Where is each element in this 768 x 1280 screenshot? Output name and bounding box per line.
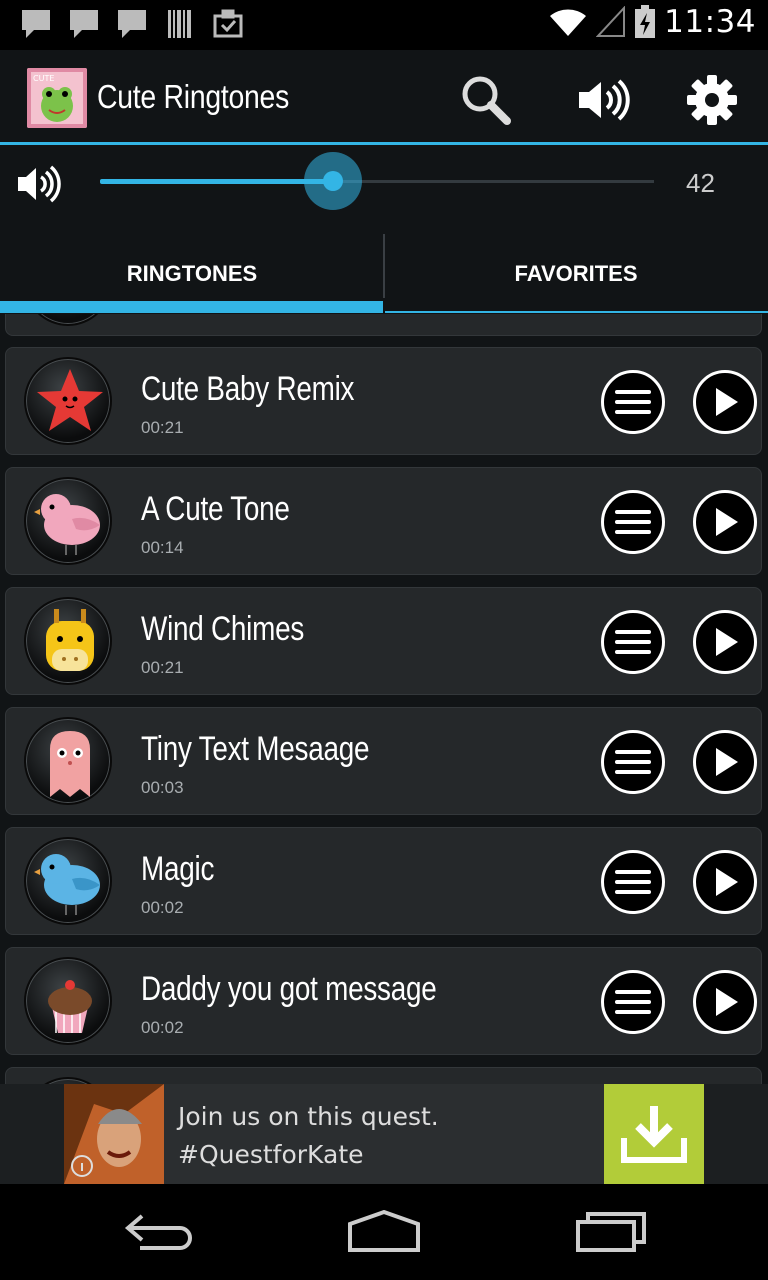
ad-content[interactable]: Join us on this quest. #QuestforKate — [64, 1084, 704, 1184]
volume-row: 42 — [0, 146, 768, 234]
search-button[interactable] — [458, 72, 514, 128]
volume-slider[interactable] — [100, 152, 654, 210]
clock: 11:34 — [664, 4, 756, 40]
list-item[interactable]: Daddy you got message 00:02 — [5, 947, 762, 1055]
menu-icon — [615, 870, 651, 894]
list-item[interactable] — [5, 314, 762, 336]
ringtone-title: Tiny Text Mesaage — [141, 730, 370, 768]
back-button[interactable] — [118, 1208, 198, 1256]
message-icon — [22, 10, 50, 38]
ringtone-title: A Cute Tone — [141, 490, 290, 528]
ad-download-button[interactable] — [604, 1084, 704, 1184]
tab-favorites[interactable]: FAVORITES — [384, 234, 768, 314]
home-icon — [348, 1210, 420, 1252]
list-item[interactable]: Cute Baby Remix 00:21 — [5, 347, 762, 455]
ringtone-duration: 00:02 — [141, 1018, 184, 1037]
menu-icon — [615, 750, 651, 774]
ad-hashtag: #QuestforKate — [178, 1140, 364, 1169]
play-icon — [716, 628, 738, 656]
ringtone-title: Cute Baby Remix — [141, 370, 355, 408]
ringtone-duration: 00:03 — [141, 778, 184, 797]
volume-slider-thumb[interactable] — [304, 152, 362, 210]
list-item[interactable]: Wind Chimes 00:21 — [5, 587, 762, 695]
play-button[interactable] — [693, 850, 757, 914]
recents-icon — [576, 1212, 646, 1252]
options-button[interactable] — [601, 730, 665, 794]
tab-selected-indicator — [0, 301, 383, 313]
download-icon — [621, 1106, 687, 1163]
ad-banner[interactable]: Join us on this quest. #QuestforKate — [0, 1084, 768, 1184]
battery-charging-icon — [635, 5, 656, 38]
starfish-avatar — [24, 357, 112, 445]
barcode-icon — [168, 10, 191, 38]
settings-button[interactable] — [684, 72, 740, 128]
ringtone-duration: 00:02 — [141, 898, 184, 917]
clipboard-check-icon — [213, 9, 243, 38]
recents-button[interactable] — [572, 1208, 652, 1256]
play-button[interactable] — [693, 730, 757, 794]
menu-icon — [615, 390, 651, 414]
options-button[interactable] — [601, 370, 665, 434]
avatar — [24, 1077, 112, 1084]
pink-bird-avatar — [24, 477, 112, 565]
signal-icon — [596, 6, 626, 37]
ringtone-title: Wind Chimes — [141, 610, 305, 648]
play-icon — [716, 748, 738, 776]
avatar — [24, 314, 112, 326]
ringtone-title: Magic — [141, 850, 215, 888]
home-button[interactable] — [344, 1208, 424, 1256]
play-button[interactable] — [693, 610, 757, 674]
volume-button[interactable] — [575, 72, 631, 128]
play-icon — [716, 868, 738, 896]
ad-headline: Join us on this quest. — [178, 1102, 439, 1131]
play-icon — [716, 508, 738, 536]
menu-icon — [615, 990, 651, 1014]
message-icon — [118, 10, 146, 38]
options-button[interactable] — [601, 490, 665, 554]
play-button[interactable] — [693, 370, 757, 434]
ringtone-duration: 00:21 — [141, 418, 184, 437]
app-logo[interactable]: CUTE — [27, 68, 87, 128]
tab-underline — [385, 311, 768, 313]
ringtone-list[interactable]: Cute Baby Remix 00:21 A Cute Tone 00:14 … — [0, 314, 768, 1084]
tab-bar: RINGTONES FAVORITES — [0, 234, 768, 314]
wifi-icon — [550, 9, 587, 36]
play-button[interactable] — [693, 970, 757, 1034]
ringtone-title: Daddy you got message — [141, 970, 437, 1008]
volume-slider-fill — [100, 179, 333, 184]
menu-icon — [615, 630, 651, 654]
options-button[interactable] — [601, 970, 665, 1034]
gear-icon — [687, 75, 737, 125]
options-button[interactable] — [601, 610, 665, 674]
volume-value: 42 — [686, 168, 715, 198]
list-item[interactable]: A Cute Tone 00:14 — [5, 467, 762, 575]
back-icon — [124, 1214, 192, 1250]
play-icon — [716, 388, 738, 416]
play-button[interactable] — [693, 490, 757, 554]
blue-bird-avatar — [24, 837, 112, 925]
status-bar: 11:34 — [0, 0, 768, 50]
ringtone-duration: 00:21 — [141, 658, 184, 677]
volume-icon — [18, 165, 61, 203]
cupcake-avatar — [24, 957, 112, 1045]
action-bar-divider — [0, 142, 768, 145]
pink-ghost-avatar — [24, 717, 112, 805]
list-item[interactable]: Magic 00:02 — [5, 827, 762, 935]
ad-image[interactable] — [64, 1084, 164, 1184]
giraffe-avatar — [24, 597, 112, 685]
play-icon — [716, 988, 738, 1016]
options-button[interactable] — [601, 850, 665, 914]
navigation-bar — [0, 1184, 768, 1280]
notification-icons — [20, 8, 244, 40]
search-icon — [462, 76, 511, 125]
ringtone-duration: 00:14 — [141, 538, 184, 557]
list-item[interactable]: Tiny Text Mesaage 00:03 — [5, 707, 762, 815]
volume-icon — [579, 79, 630, 121]
menu-icon — [615, 510, 651, 534]
message-icon — [70, 10, 98, 38]
action-bar: CUTE Cute Ringtones — [0, 50, 768, 144]
list-item[interactable] — [5, 1067, 762, 1084]
app-title: Cute Ringtones — [97, 78, 290, 115]
app-logo-label: CUTE — [33, 74, 54, 83]
